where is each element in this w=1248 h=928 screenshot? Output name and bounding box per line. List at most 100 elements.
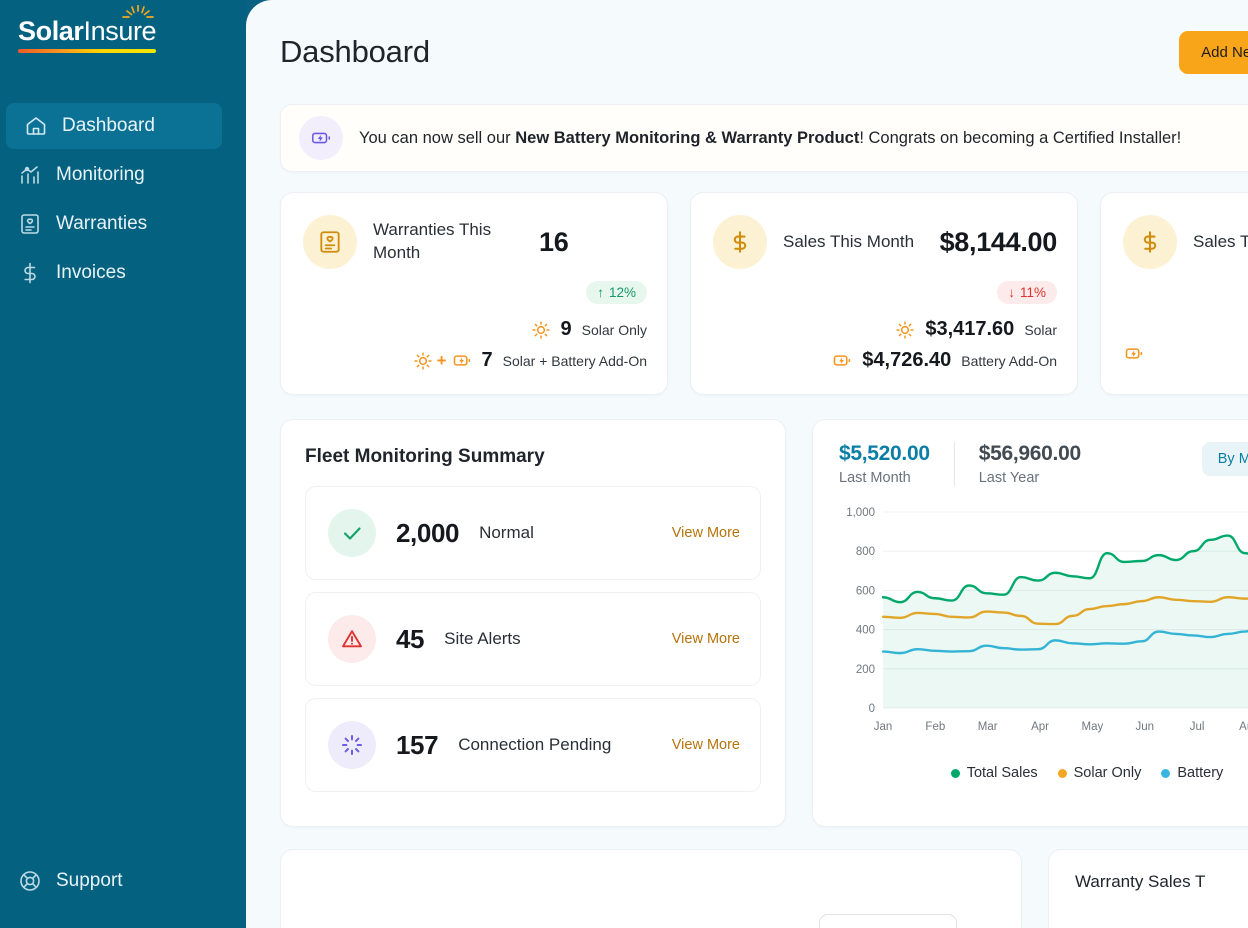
sun-plus-battery-icon: + bbox=[413, 350, 472, 371]
view-more-link[interactable]: View More bbox=[672, 525, 740, 541]
add-new-button[interactable]: Add New bbox=[1179, 31, 1248, 74]
legend-label: Solar Only bbox=[1074, 765, 1142, 781]
svg-text:200: 200 bbox=[856, 664, 875, 676]
check-icon bbox=[340, 521, 364, 545]
bottom-right-title: Warranty Sales T bbox=[1075, 872, 1248, 892]
stat-badge bbox=[303, 215, 357, 269]
home-icon bbox=[24, 114, 48, 138]
app-root: SolarInsure Dashboard Monitoring bbox=[0, 0, 1248, 928]
dollar-icon bbox=[1137, 229, 1163, 255]
fleet-status-badge bbox=[328, 509, 376, 557]
sidebar-item-dashboard[interactable]: Dashboard bbox=[6, 103, 222, 149]
arrow-up-icon: ↑ bbox=[597, 285, 604, 300]
breakdown-row: 9 Solar Only bbox=[303, 318, 647, 341]
sun-icon bbox=[531, 320, 551, 340]
breakdown-row: + 7 Solar + Battery Add-On bbox=[303, 349, 647, 372]
list-item[interactable]: 2,000 Normal View More bbox=[305, 486, 761, 580]
sidebar-item-support[interactable]: Support bbox=[0, 858, 222, 904]
sales-line-chart[interactable]: 02004006008001,000JanFebMarAprMayJunJulA… bbox=[839, 502, 1248, 754]
svg-text:Aug: Aug bbox=[1239, 721, 1248, 733]
list-item[interactable]: 157 Connection Pending View More bbox=[305, 698, 761, 792]
sun-icon bbox=[895, 320, 915, 340]
svg-text:1,000: 1,000 bbox=[846, 507, 875, 519]
main-content: Dashboard Add New You can now sell our N… bbox=[246, 0, 1248, 928]
app-logo[interactable]: SolarInsure bbox=[0, 0, 246, 86]
fleet-monitoring-summary-card: Fleet Monitoring Summary 2,000 Normal Vi… bbox=[280, 419, 786, 827]
promo-banner: You can now sell our New Battery Monitor… bbox=[280, 104, 1248, 172]
kpi-value: $56,960.00 bbox=[979, 442, 1081, 466]
chart-legend: Total Sales Solar Only Battery bbox=[839, 765, 1248, 781]
stat-card-value: $8,144.00 bbox=[940, 227, 1057, 258]
svg-text:Jun: Jun bbox=[1135, 721, 1154, 733]
sidebar-item-label: Dashboard bbox=[62, 115, 155, 137]
sidebar-item-label: Monitoring bbox=[56, 164, 145, 186]
legend-label: Battery bbox=[1177, 765, 1223, 781]
dollar-icon bbox=[727, 229, 753, 255]
warranty-icon bbox=[18, 212, 42, 236]
stat-badge bbox=[1123, 215, 1177, 269]
status-badge-trend: ↑ 12% bbox=[586, 281, 647, 304]
content-area: You can now sell our New Battery Monitor… bbox=[246, 104, 1248, 928]
stat-card-label: Sales This Year bbox=[1193, 231, 1248, 254]
banner-text: You can now sell our New Battery Monitor… bbox=[359, 129, 1181, 148]
arrow-down-icon: ↓ bbox=[1008, 285, 1015, 300]
stat-card-warranties-this-month: Warranties This Month 16 ↑ 12% bbox=[280, 192, 668, 395]
legend-dot bbox=[951, 769, 960, 778]
lifebuoy-icon bbox=[18, 869, 42, 893]
dollar-icon bbox=[18, 261, 42, 285]
stat-breakdown bbox=[1123, 343, 1248, 364]
svg-text:Jan: Jan bbox=[874, 721, 893, 733]
sunburst-icon bbox=[118, 5, 158, 21]
warranty-icon bbox=[317, 229, 343, 255]
sidebar-item-label: Warranties bbox=[56, 213, 147, 235]
stat-breakdown: $3,417.60 Solar $4,726.40 bbox=[713, 318, 1057, 372]
fleet-count: 2,000 bbox=[396, 518, 459, 549]
legend-item-battery[interactable]: Battery bbox=[1161, 765, 1223, 781]
logo-bold-text: Solar bbox=[18, 16, 84, 46]
list-item[interactable]: 45 Site Alerts View More bbox=[305, 592, 761, 686]
svg-text:0: 0 bbox=[869, 703, 875, 715]
fleet-label: Normal bbox=[479, 523, 652, 543]
sidebar-item-warranties[interactable]: Warranties bbox=[0, 201, 222, 247]
svg-text:Mar: Mar bbox=[978, 721, 998, 733]
spinner-icon bbox=[340, 733, 364, 757]
breakdown-row bbox=[1123, 343, 1248, 364]
svg-text:May: May bbox=[1082, 721, 1104, 733]
breakdown-name: Solar + Battery Add-On bbox=[503, 353, 647, 369]
chart-header: $5,520.00 Last Month $56,960.00 Last Yea… bbox=[839, 442, 1248, 486]
legend-item-total-sales[interactable]: Total Sales bbox=[951, 765, 1038, 781]
breakdown-name: Solar bbox=[1024, 322, 1057, 338]
sidebar-item-invoices[interactable]: Invoices bbox=[0, 250, 222, 296]
trend-value: 11% bbox=[1020, 285, 1046, 300]
stat-card-sales-this-month: Sales This Month $8,144.00 ↓ 11% bbox=[690, 192, 1078, 395]
view-more-link[interactable]: View More bbox=[672, 737, 740, 753]
view-more-link[interactable]: View More bbox=[672, 631, 740, 647]
bottom-card-button[interactable] bbox=[819, 914, 957, 928]
fleet-label: Connection Pending bbox=[458, 735, 652, 755]
sidebar-item-monitoring[interactable]: Monitoring bbox=[0, 152, 222, 198]
legend-item-solar-only[interactable]: Solar Only bbox=[1058, 765, 1142, 781]
stat-cards-row: Warranties This Month 16 ↑ 12% bbox=[280, 192, 1248, 395]
svg-text:800: 800 bbox=[856, 546, 875, 558]
breakdown-name: Battery Add-On bbox=[961, 353, 1057, 369]
sidebar-spacer bbox=[0, 299, 246, 855]
kpi-value: $5,520.00 bbox=[839, 442, 930, 466]
fleet-label: Site Alerts bbox=[444, 629, 652, 649]
kpi-last-year: $56,960.00 Last Year bbox=[954, 442, 1105, 486]
banner-text-before: You can now sell our bbox=[359, 129, 515, 147]
breakdown-row: $3,417.60 Solar bbox=[713, 318, 1057, 341]
stat-card-label: Warranties This Month bbox=[373, 219, 523, 265]
lower-row: Fleet Monitoring Summary 2,000 Normal Vi… bbox=[280, 419, 1248, 827]
sidebar-item-label: Support bbox=[56, 870, 123, 892]
breakdown-value: $3,417.60 bbox=[925, 318, 1014, 341]
banner-text-bold: New Battery Monitoring & Warranty Produc… bbox=[515, 129, 859, 147]
stat-card-header: Warranties This Month 16 bbox=[303, 215, 647, 269]
bottom-left-card bbox=[280, 849, 1022, 928]
svg-text:600: 600 bbox=[856, 585, 875, 597]
legend-label: Total Sales bbox=[967, 765, 1038, 781]
stat-breakdown: 9 Solar Only + bbox=[303, 318, 647, 372]
kpi-last-month: $5,520.00 Last Month bbox=[839, 442, 954, 486]
chart-period-toggle[interactable]: By Month bbox=[1202, 442, 1248, 476]
stat-badge bbox=[713, 215, 767, 269]
svg-text:400: 400 bbox=[856, 625, 875, 637]
